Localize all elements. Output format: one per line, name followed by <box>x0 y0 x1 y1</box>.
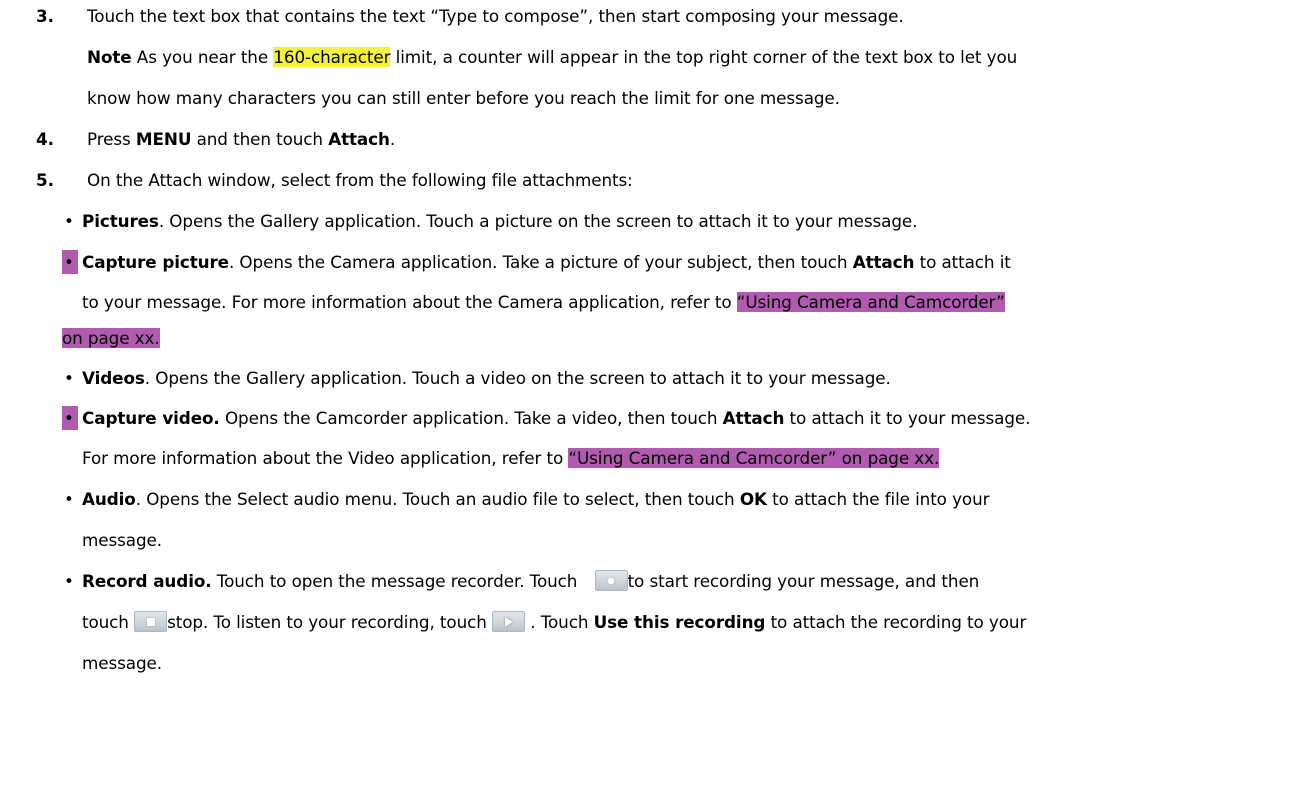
menu-key: MENU <box>135 129 192 149</box>
stop-button-icon <box>134 611 168 632</box>
capture-picture-line-3: on page xx. <box>62 326 160 350</box>
item-title: Audio <box>82 489 136 509</box>
reference-link: “Using Camera and Camcorder” <box>736 292 1005 312</box>
use-this-recording-key: Use this recording <box>593 612 766 632</box>
capture-video-line-2: For more information about the Video app… <box>82 448 940 468</box>
play-button-icon <box>492 611 525 632</box>
reference-page: on page xx. <box>62 328 160 348</box>
step-number: 3. <box>36 6 54 26</box>
attach-key: Attach <box>852 252 915 272</box>
step-text: Press MENU and then touch Attach. <box>87 129 396 149</box>
capture-picture-line-2: to your message. For more information ab… <box>82 292 1005 312</box>
item-title: Videos <box>82 368 145 388</box>
step-number: 4. <box>36 129 54 149</box>
record-audio-line-2: touch stop. To listen to your recording,… <box>82 611 1027 632</box>
item-title: Capture picture <box>82 252 229 272</box>
attach-key: Attach <box>328 129 390 149</box>
manual-page: 3. Touch the text box that contains the … <box>0 0 1306 800</box>
bullet: • <box>64 368 74 388</box>
item-text: Record audio. Touch to open the message … <box>82 570 980 591</box>
item-text: Capture video. Opens the Camcorder appli… <box>82 408 1031 428</box>
bullet-highlighted: • <box>62 250 78 274</box>
step-text: Touch the text box that contains the tex… <box>87 6 904 26</box>
item-text: Capture picture. Opens the Camera applic… <box>82 252 1011 272</box>
record-button-icon <box>594 570 628 591</box>
item-title: Pictures <box>82 211 159 231</box>
bullet: • <box>64 211 74 231</box>
item-title: Record audio. <box>82 571 212 591</box>
note-label: Note <box>87 47 132 67</box>
note-line-1: Note As you near the 160-character limit… <box>87 45 1017 69</box>
bullet: • <box>64 571 74 591</box>
bullet: • <box>64 489 74 509</box>
bullet-highlighted: • <box>62 406 78 430</box>
record-audio-line-3: message. <box>82 653 162 673</box>
ok-key: OK <box>739 489 767 509</box>
reference-link: “Using Camera and Camcorder” on page xx. <box>568 448 940 468</box>
item-text: Videos. Opens the Gallery application. T… <box>82 368 891 388</box>
item-text: Audio. Opens the Select audio menu. Touc… <box>82 489 990 509</box>
item-text: Pictures. Opens the Gallery application.… <box>82 211 918 231</box>
note-text-post: limit, a counter will appear in the top … <box>390 47 1018 67</box>
attach-key: Attach <box>722 408 785 428</box>
highlight-160-character: 160-character <box>273 47 391 67</box>
note-line-2: know how many characters you can still e… <box>87 88 840 108</box>
item-title: Capture video. <box>82 408 220 428</box>
step-text: On the Attach window, select from the fo… <box>87 170 633 190</box>
step-number: 5. <box>36 170 54 190</box>
audio-line-2: message. <box>82 530 162 550</box>
note-text: As you near the <box>131 47 274 67</box>
